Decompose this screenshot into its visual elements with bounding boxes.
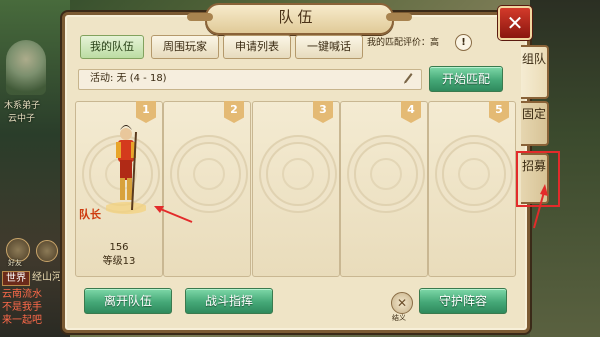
annotation-arrow-icon <box>154 206 193 223</box>
slot-number: 2 <box>224 101 244 123</box>
match-evaluation: 我的匹配评价：高 <box>367 38 440 48</box>
hero-character <box>106 125 146 214</box>
battle-command-button[interactable]: 战斗指挥 <box>185 288 273 314</box>
world-character <box>6 40 46 95</box>
close-button[interactable]: ✕ <box>498 6 532 40</box>
side-tab-team[interactable]: 组队 <box>521 45 549 99</box>
start-match-button[interactable]: 开始匹配 <box>429 66 503 92</box>
chat-channel: 经山河 <box>32 272 62 283</box>
close-icon: ✕ <box>506 11 524 35</box>
leave-team-button[interactable]: 离开队伍 <box>84 288 172 314</box>
slot-emblem <box>177 142 241 206</box>
slot-number: 3 <box>313 101 333 123</box>
side-tab-fixed[interactable]: 固定 <box>521 101 549 146</box>
leader-label: 队长 <box>79 208 101 221</box>
world-name-label: 云中子 <box>8 114 36 124</box>
slot-number: 1 <box>136 101 156 123</box>
panel-title: 队伍 <box>278 8 317 26</box>
guard-formation-button[interactable]: 守护阵容 <box>419 288 507 314</box>
tab-application-list[interactable]: 申请列表 <box>223 35 291 59</box>
tab-one-click-shout[interactable]: 一键喊话 <box>295 35 363 59</box>
slot-emblem <box>442 142 506 206</box>
activity-text: 活动: 无 (4 - 18) <box>90 73 167 84</box>
member-id: 156 <box>109 242 129 253</box>
pencil-icon[interactable] <box>402 71 414 85</box>
member-slot-3[interactable]: 3 <box>252 101 340 277</box>
chat-line: 云南流水 <box>2 289 42 300</box>
slot-emblem <box>266 142 330 206</box>
member-level: 等级13 <box>102 256 136 267</box>
team-slots: 1 队长 156 等级13 2 3 4 5 <box>75 101 516 277</box>
help-icon[interactable]: ! <box>455 34 472 51</box>
member-slot-4[interactable]: 4 <box>340 101 428 277</box>
world-name-label: 木系弟子 <box>4 101 41 111</box>
slot-number: 4 <box>401 101 421 123</box>
sworn-brother-label: 结义 <box>392 314 406 322</box>
friend-icon-label: 好友 <box>8 259 22 267</box>
member-slot-1[interactable]: 1 队长 156 等级13 <box>75 101 163 277</box>
annotation-arrow-icon <box>533 184 548 229</box>
chat-line: 不是我手 <box>2 302 42 313</box>
sworn-brother-icon[interactable]: ✕ <box>391 292 413 314</box>
chat-icon[interactable] <box>36 240 58 262</box>
tab-nearby-players[interactable]: 周围玩家 <box>151 35 219 59</box>
slot-number: 5 <box>489 101 509 123</box>
chat-tab-world[interactable]: 世界 <box>2 271 30 286</box>
tab-my-team[interactable]: 我的队伍 <box>80 35 144 59</box>
slot-emblem <box>354 142 418 206</box>
member-slot-2[interactable]: 2 <box>163 101 251 277</box>
chat-line: 来一起吧 <box>2 315 42 326</box>
member-slot-5[interactable]: 5 <box>428 101 516 277</box>
